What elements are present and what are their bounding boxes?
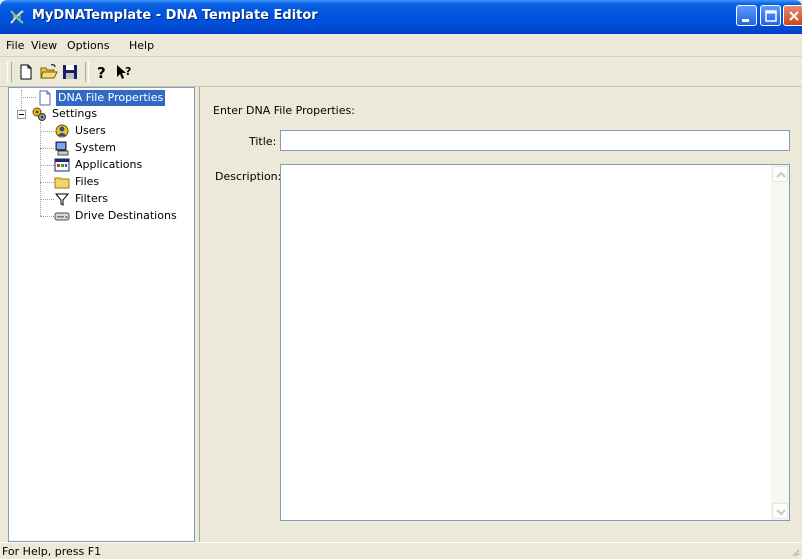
tree-item-label: Users — [75, 124, 106, 137]
title-label: Title: — [249, 135, 277, 148]
tree-item-label: Settings — [52, 107, 98, 120]
help-icon[interactable]: ? — [93, 63, 111, 81]
maximize-button[interactable] — [760, 5, 781, 26]
tree-connector — [40, 182, 54, 183]
scroll-down-button[interactable] — [772, 503, 788, 519]
window-title: MyDNATemplate - DNA Template Editor — [32, 8, 318, 23]
toolbar: ? ? — [0, 57, 802, 87]
tree-connector — [40, 216, 54, 217]
description-label: Description: — [215, 170, 282, 183]
context-help-icon[interactable]: ? — [115, 63, 133, 81]
tree-item-label: Files — [75, 175, 100, 188]
status-bar: For Help, press F1 — [0, 542, 802, 559]
document-icon — [37, 90, 53, 106]
collapse-toggle[interactable] — [17, 110, 26, 119]
tree-item-label: Drive Destinations — [75, 209, 177, 222]
status-text: For Help, press F1 — [2, 545, 102, 558]
svg-text:?: ? — [125, 65, 131, 78]
applications-icon — [54, 157, 70, 173]
tree-connector — [40, 148, 54, 149]
menu-view[interactable]: View — [31, 39, 57, 52]
minimize-button[interactable] — [736, 5, 757, 26]
tree-item-label: Applications — [75, 158, 143, 171]
menu-file[interactable]: File — [6, 39, 24, 52]
tree-connector — [40, 165, 54, 166]
resize-grip-icon[interactable] — [790, 547, 800, 557]
tree-item-label: DNA File Properties — [56, 90, 166, 106]
settings-tree[interactable]: DNA File Properties Settings Users Syste… — [8, 87, 195, 542]
tree-item-label: Filters — [75, 192, 108, 205]
svg-text:?: ? — [97, 64, 106, 81]
tree-connector — [21, 97, 36, 98]
title-input[interactable] — [280, 130, 790, 151]
maximize-icon — [765, 10, 777, 22]
description-scrollbar[interactable] — [771, 165, 789, 520]
chevron-up-icon — [776, 171, 786, 178]
tree-connector — [40, 122, 41, 216]
filter-funnel-icon — [54, 191, 70, 207]
dna-app-icon — [8, 8, 26, 26]
toolbar-grip[interactable] — [7, 62, 12, 82]
section-heading: Enter DNA File Properties: — [213, 104, 355, 117]
close-icon — [789, 11, 799, 21]
users-icon — [54, 123, 70, 139]
scroll-up-button[interactable] — [772, 166, 788, 182]
new-document-icon[interactable] — [17, 63, 35, 81]
menu-help[interactable]: Help — [129, 39, 154, 52]
tree-connector — [40, 199, 54, 200]
folder-icon — [54, 174, 70, 190]
close-button[interactable] — [783, 5, 802, 26]
drive-icon — [54, 208, 70, 224]
minimize-icon — [742, 19, 749, 22]
settings-gears-icon — [31, 106, 47, 122]
pane-splitter[interactable] — [196, 87, 200, 542]
open-folder-icon[interactable] — [40, 63, 58, 81]
computer-icon — [54, 140, 70, 156]
tree-item-label: System — [75, 141, 117, 154]
chevron-down-icon — [776, 509, 786, 516]
title-bar[interactable]: MyDNATemplate - DNA Template Editor — [0, 0, 802, 34]
menu-options[interactable]: Options — [67, 39, 109, 52]
description-textarea[interactable] — [280, 164, 790, 521]
menu-bar: File View Options Help — [0, 34, 802, 57]
save-disk-icon[interactable] — [61, 63, 79, 81]
toolbar-separator — [85, 62, 89, 82]
tree-connector — [40, 131, 54, 132]
